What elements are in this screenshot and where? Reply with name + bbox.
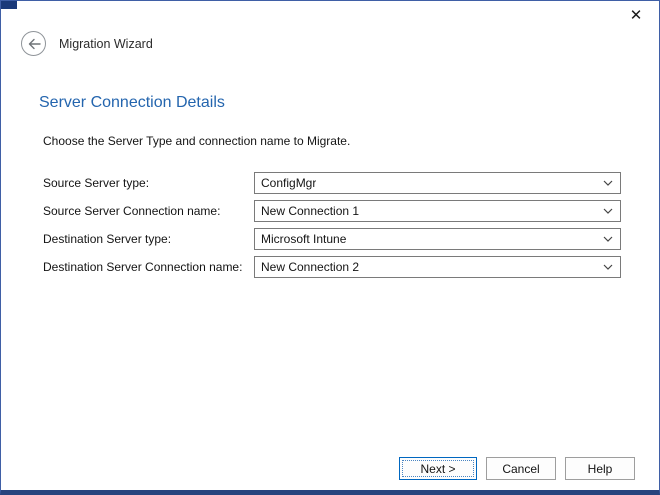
source-connection-name-select[interactable]: New Connection 1 bbox=[254, 200, 621, 222]
form-row-destination-connection-name: Destination Server Connection name: New … bbox=[43, 256, 659, 278]
form-row-source-server-type: Source Server type: ConfigMgr bbox=[43, 172, 659, 194]
destination-connection-name-label: Destination Server Connection name: bbox=[43, 260, 254, 274]
source-connection-name-value: New Connection 1 bbox=[261, 204, 359, 218]
cancel-button[interactable]: Cancel bbox=[486, 457, 556, 480]
wizard-header: Migration Wizard bbox=[1, 29, 659, 70]
page-description: Choose the Server Type and connection na… bbox=[43, 134, 659, 148]
destination-connection-name-select[interactable]: New Connection 2 bbox=[254, 256, 621, 278]
help-button[interactable]: Help bbox=[565, 457, 635, 480]
chevron-down-icon bbox=[603, 236, 613, 242]
wizard-body: Server Connection Details Choose the Ser… bbox=[1, 70, 659, 278]
destination-server-type-value: Microsoft Intune bbox=[261, 232, 346, 246]
source-server-type-label: Source Server type: bbox=[43, 176, 254, 190]
source-connection-name-label: Source Server Connection name: bbox=[43, 204, 254, 218]
form-row-source-connection-name: Source Server Connection name: New Conne… bbox=[43, 200, 659, 222]
source-server-type-value: ConfigMgr bbox=[261, 176, 316, 190]
form-row-destination-server-type: Destination Server type: Microsoft Intun… bbox=[43, 228, 659, 250]
destination-server-type-label: Destination Server type: bbox=[43, 232, 254, 246]
close-button[interactable]: ✕ bbox=[619, 4, 653, 28]
next-button[interactable]: Next > bbox=[399, 457, 477, 480]
footer-button-bar: Next > Cancel Help bbox=[399, 457, 635, 480]
wizard-title: Migration Wizard bbox=[59, 37, 153, 51]
source-server-type-select[interactable]: ConfigMgr bbox=[254, 172, 621, 194]
chevron-down-icon bbox=[603, 180, 613, 186]
arrow-left-icon bbox=[27, 38, 41, 50]
chevron-down-icon bbox=[603, 264, 613, 270]
destination-server-type-select[interactable]: Microsoft Intune bbox=[254, 228, 621, 250]
back-button[interactable] bbox=[21, 31, 46, 56]
destination-connection-name-value: New Connection 2 bbox=[261, 260, 359, 274]
page-title: Server Connection Details bbox=[39, 94, 659, 112]
title-bar: ✕ bbox=[1, 1, 659, 29]
chevron-down-icon bbox=[603, 208, 613, 214]
connection-form: Source Server type: ConfigMgr Source Ser… bbox=[43, 172, 659, 278]
migration-wizard-dialog: ✕ Migration Wizard Server Connection Det… bbox=[0, 0, 660, 495]
